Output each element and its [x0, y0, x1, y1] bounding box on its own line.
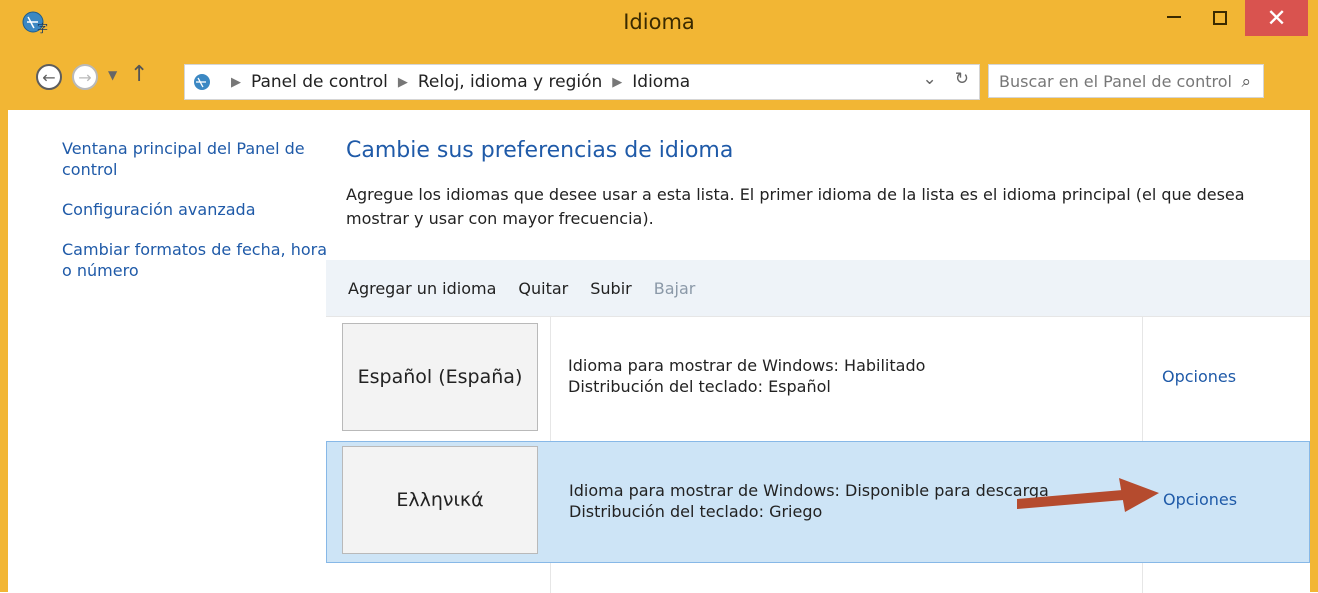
control-panel-window: 字 Idioma ✕ ← → ▼ ↑ ▶ Panel de control ▶ … [0, 0, 1318, 593]
page-title: Cambie sus preferencias de idioma [346, 138, 734, 163]
refresh-icon[interactable]: ↻ [955, 69, 969, 89]
language-info-spanish: Idioma para mostrar de Windows: Habilita… [568, 355, 925, 397]
control-panel-location-icon [194, 74, 210, 90]
keyboard-layout: Distribución del teclado: Español [568, 377, 831, 396]
add-language-button[interactable]: Agregar un idioma [348, 279, 496, 298]
language-row-spanish[interactable]: Español (España) Idioma para mostrar de … [326, 317, 1310, 439]
red-arrow-icon [1017, 478, 1159, 512]
up-arrow-icon: ↑ [130, 62, 149, 87]
search-input[interactable]: Buscar en el Panel de control ⌕ [988, 64, 1264, 98]
content-area: Ventana principal del Panel de control C… [8, 110, 1310, 593]
title-bar[interactable]: 字 Idioma ✕ [0, 0, 1318, 52]
breadcrumb-separator-icon: ▶ [231, 74, 241, 90]
link-change-date-formats[interactable]: Cambiar formatos de fecha, hora o número [62, 239, 332, 281]
options-link-spanish[interactable]: Opciones [1162, 367, 1236, 386]
forward-button[interactable]: → [72, 64, 98, 90]
move-down-button[interactable]: Bajar [654, 279, 696, 298]
maximize-icon [1213, 11, 1227, 25]
language-name-spanish[interactable]: Español (España) [342, 323, 538, 431]
language-toolbar: Agregar un idioma Quitar Subir Bajar [326, 260, 1310, 316]
address-bar-area: ← → ▼ ↑ ▶ Panel de control ▶ Reloj, idio… [8, 52, 1310, 110]
left-pane: Ventana principal del Panel de control C… [62, 138, 332, 300]
language-name-greek[interactable]: Ελληνικά [342, 446, 538, 554]
close-icon: ✕ [1266, 4, 1287, 32]
minimize-icon [1167, 16, 1181, 18]
address-dropdown-icon[interactable]: ⌄ [923, 69, 937, 89]
breadcrumb-item[interactable]: Idioma [632, 72, 690, 92]
options-link-greek[interactable]: Opciones [1163, 490, 1237, 509]
language-row-greek[interactable]: Ελληνικά Idioma para mostrar de Windows:… [326, 441, 1310, 563]
display-language-status: Idioma para mostrar de Windows: Habilita… [568, 356, 926, 375]
recent-locations-dropdown[interactable]: ▼ [108, 68, 117, 82]
keyboard-layout: Distribución del teclado: Griego [569, 502, 823, 521]
close-button[interactable]: ✕ [1245, 0, 1308, 36]
breadcrumb-separator-icon: ▶ [397, 74, 408, 90]
link-control-panel-home[interactable]: Ventana principal del Panel de control [62, 138, 332, 180]
breadcrumb-item[interactable]: Reloj, idioma y región [418, 72, 602, 92]
up-button[interactable]: ↑ [130, 62, 148, 87]
link-advanced-settings[interactable]: Configuración avanzada [62, 199, 332, 220]
chevron-down-icon: ▼ [108, 68, 118, 82]
maximize-button[interactable] [1198, 0, 1242, 36]
breadcrumb-separator-icon: ▶ [612, 74, 623, 90]
remove-button[interactable]: Quitar [518, 279, 568, 298]
search-icon[interactable]: ⌕ [1241, 72, 1251, 92]
forward-arrow-icon: → [78, 67, 92, 87]
back-button[interactable]: ← [36, 64, 62, 90]
back-arrow-icon: ← [42, 67, 56, 87]
window-title: Idioma [623, 10, 695, 34]
page-description: Agregue los idiomas que desee usar a est… [346, 185, 1245, 228]
breadcrumb[interactable]: ▶ Panel de control ▶ Reloj, idioma y reg… [184, 64, 980, 100]
main-panel: Cambie sus preferencias de idioma Agregu… [346, 138, 1306, 245]
address-tools: ⌄ ↻ [923, 69, 970, 89]
display-language-status: Idioma para mostrar de Windows: Disponib… [569, 481, 1049, 500]
language-info-greek: Idioma para mostrar de Windows: Disponib… [569, 480, 1049, 522]
breadcrumb-item[interactable]: Panel de control [251, 72, 388, 92]
move-up-button[interactable]: Subir [590, 279, 631, 298]
minimize-button[interactable] [1152, 0, 1196, 36]
search-placeholder: Buscar en el Panel de control [999, 72, 1232, 91]
language-list: Español (España) Idioma para mostrar de … [326, 316, 1310, 593]
